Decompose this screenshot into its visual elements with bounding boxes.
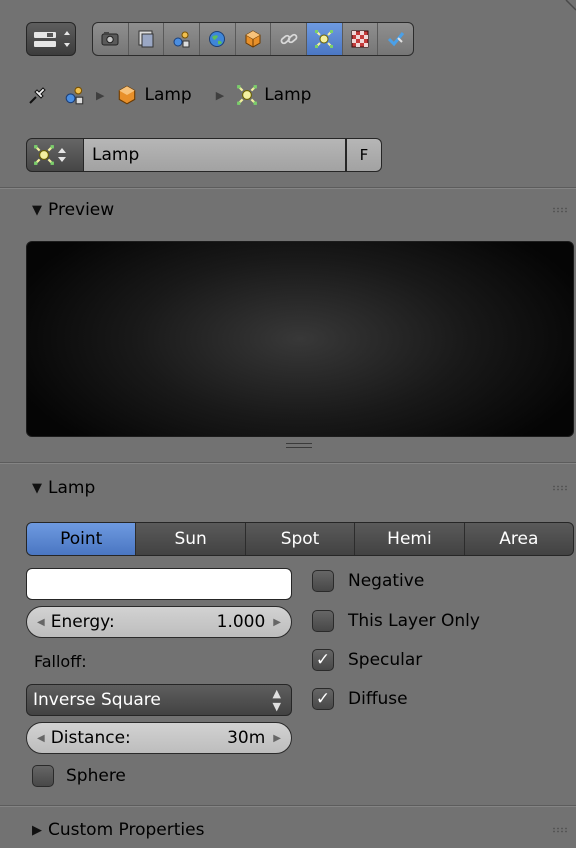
area-corner-icon[interactable] — [564, 0, 576, 12]
constraints-icon — [280, 33, 298, 45]
this-layer-only-label: This Layer Only — [348, 611, 480, 631]
tab-object[interactable] — [236, 23, 272, 55]
panel-title: Preview — [48, 200, 115, 220]
editor-type-icon — [34, 31, 70, 47]
lamp-type-spot[interactable]: Spot — [246, 523, 356, 555]
distance-value: 30m — [227, 728, 266, 748]
datablock-browse-button[interactable] — [26, 138, 84, 172]
render-icon — [101, 32, 119, 46]
decrement-arrow-icon[interactable]: ◀ — [37, 733, 45, 744]
falloff-value: Inverse Square — [33, 690, 161, 710]
tab-lamp-data[interactable] — [307, 23, 343, 55]
specular-checkbox[interactable]: ✓ Specular — [312, 649, 422, 671]
falloff-dropdown[interactable]: Inverse Square ▲ ▼ — [26, 684, 292, 716]
lamp-type-point[interactable]: Point — [27, 523, 137, 555]
properties-header — [0, 0, 576, 64]
lamp-data-icon — [315, 30, 334, 48]
breadcrumb: ▶ Lamp ▶ Lamp — [26, 80, 311, 110]
scene-icon — [65, 86, 84, 105]
breadcrumb-lamp-data-label: Lamp — [264, 85, 312, 105]
up-down-arrows-icon: ▲ ▼ — [272, 687, 281, 713]
world-icon — [209, 31, 226, 47]
checkmark-icon[interactable]: ✓ — [312, 688, 334, 710]
energy-field[interactable]: ◀ Energy: 1.000 ▶ — [26, 606, 292, 638]
preview-resize-handle[interactable] — [286, 443, 312, 448]
decrement-arrow-icon[interactable]: ◀ — [37, 617, 45, 628]
energy-label: Energy: — [50, 612, 115, 632]
panel-title: Custom Properties — [48, 820, 205, 840]
specular-label: Specular — [348, 650, 423, 670]
increment-arrow-icon[interactable]: ▶ — [273, 617, 281, 628]
tab-render-layers[interactable] — [129, 23, 165, 55]
expanded-triangle-icon: ▼ — [32, 480, 42, 496]
diffuse-label: Diffuse — [348, 689, 408, 709]
modifiers-icon — [387, 32, 404, 47]
checkbox-box[interactable] — [32, 765, 54, 787]
lamp-data-icon — [237, 85, 258, 105]
breadcrumb-separator: ▶ — [96, 88, 105, 102]
checkbox-box[interactable] — [312, 610, 334, 632]
lamp-color-field[interactable] — [26, 568, 292, 600]
panel-header-lamp[interactable]: ▼ Lamp — [0, 468, 576, 508]
sphere-checkbox[interactable]: Sphere — [32, 765, 126, 787]
pin-icon[interactable] — [26, 83, 50, 107]
increment-arrow-icon[interactable]: ▶ — [273, 733, 281, 744]
distance-field[interactable]: ◀ Distance: 30m ▶ — [26, 722, 292, 754]
energy-value: 1.000 — [216, 612, 266, 632]
tab-texture[interactable] — [343, 23, 379, 55]
lamp-type-selector: Point Sun Spot Hemi Area — [26, 522, 574, 556]
negative-checkbox[interactable]: Negative — [312, 570, 424, 592]
panel-divider — [0, 805, 576, 807]
checkmark-icon[interactable]: ✓ — [312, 649, 334, 671]
expanded-triangle-icon: ▼ — [32, 202, 42, 218]
panel-header-custom-properties[interactable]: ▶ Custom Properties — [0, 810, 576, 848]
breadcrumb-separator: ▶ — [215, 88, 225, 102]
this-layer-only-checkbox[interactable]: This Layer Only — [312, 610, 480, 632]
tab-scene[interactable] — [164, 23, 201, 55]
panel-divider — [0, 187, 576, 189]
scene-icon — [173, 31, 190, 48]
drag-grip-icon[interactable] — [552, 207, 568, 213]
tab-modifiers[interactable] — [378, 23, 413, 55]
up-down-arrows-icon — [58, 148, 66, 162]
texture-icon — [351, 30, 369, 48]
context-tabs — [92, 22, 414, 56]
panel-title: Lamp — [48, 478, 96, 498]
collapsed-triangle-icon: ▶ — [32, 822, 42, 838]
checkbox-box[interactable] — [312, 570, 334, 592]
object-icon — [245, 30, 261, 48]
distance-label: Distance: — [50, 728, 131, 748]
lamp-type-sun[interactable]: Sun — [136, 523, 246, 555]
object-icon — [119, 85, 136, 105]
lamp-type-area[interactable]: Area — [465, 523, 573, 555]
falloff-label: Falloff: — [34, 652, 87, 671]
lamp-type-hemi[interactable]: Hemi — [355, 523, 465, 555]
breadcrumb-object-label: Lamp — [144, 85, 192, 105]
tab-constraints[interactable] — [271, 23, 308, 55]
lamp-data-icon — [34, 145, 54, 165]
render-layers-icon — [138, 30, 154, 48]
negative-label: Negative — [348, 571, 425, 591]
lamp-preview — [26, 241, 574, 437]
fake-user-button[interactable]: F — [346, 138, 382, 172]
panel-header-preview[interactable]: ▼ Preview — [0, 190, 576, 230]
datablock-name-field[interactable]: Lamp — [84, 138, 346, 172]
diffuse-checkbox[interactable]: ✓ Diffuse — [312, 688, 408, 710]
editor-type-button[interactable] — [26, 22, 76, 56]
tab-render[interactable] — [93, 23, 129, 55]
sphere-label: Sphere — [66, 766, 126, 786]
drag-grip-icon[interactable] — [552, 827, 568, 833]
tab-world[interactable] — [200, 23, 236, 55]
panel-divider — [0, 462, 576, 464]
drag-grip-icon[interactable] — [552, 485, 568, 491]
